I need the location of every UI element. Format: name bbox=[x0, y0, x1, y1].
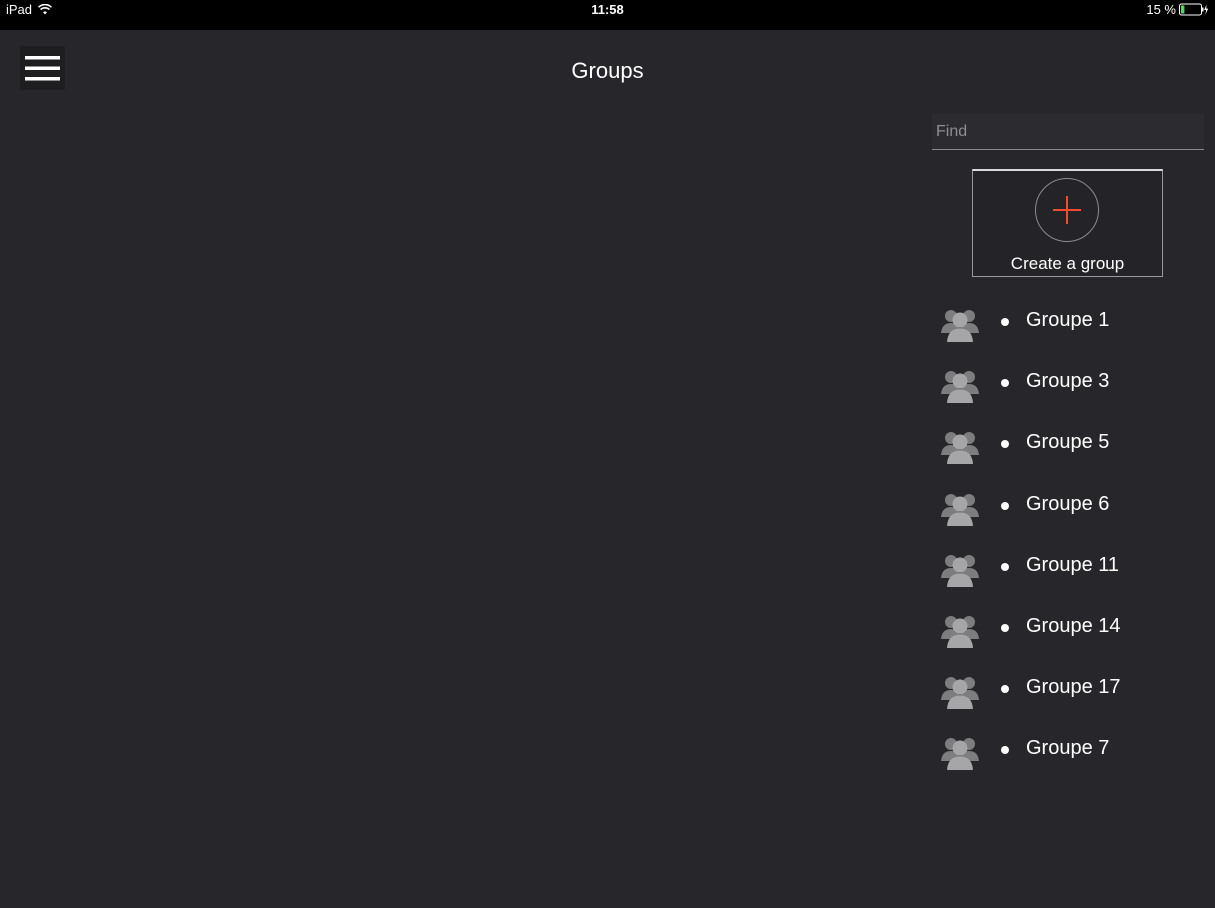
group-list-item[interactable]: Groupe 6 bbox=[940, 481, 1200, 542]
group-list-item[interactable]: Groupe 5 bbox=[940, 419, 1200, 480]
group-bullet bbox=[1001, 562, 1009, 571]
group-bullet bbox=[1001, 318, 1009, 326]
group-people-icon bbox=[941, 738, 979, 771]
group-list-item[interactable]: Groupe 1 bbox=[940, 297, 1200, 358]
group-people-icon bbox=[941, 615, 979, 648]
groups-screen: iPad 11:58 15 % Groups Find Create a gro… bbox=[0, 0, 1215, 908]
group-bullet bbox=[1001, 746, 1009, 755]
group-people-icon bbox=[941, 310, 979, 342]
group-name: Groupe 3 bbox=[1026, 370, 1110, 393]
group-people-icon bbox=[941, 677, 979, 710]
group-people-icon bbox=[941, 432, 979, 465]
status-bar: iPad 11:58 15 % bbox=[0, 0, 1215, 30]
page-title: Groups bbox=[571, 58, 644, 83]
status-time: 11:58 bbox=[591, 2, 624, 17]
group-list-item[interactable]: Groupe 11 bbox=[940, 542, 1200, 603]
group-bullet bbox=[1001, 501, 1009, 510]
group-name: Groupe 11 bbox=[1026, 553, 1120, 576]
group-people-icon bbox=[941, 493, 979, 526]
search-input[interactable] bbox=[932, 114, 1204, 150]
group-people-icon bbox=[941, 554, 979, 587]
group-name: Groupe 17 bbox=[1026, 676, 1121, 699]
status-right: 15 % bbox=[1146, 2, 1209, 17]
group-bullet bbox=[1001, 379, 1009, 388]
group-name: Groupe 6 bbox=[1026, 492, 1110, 515]
group-bullet bbox=[1001, 440, 1009, 449]
group-list-item[interactable]: Groupe 14 bbox=[940, 603, 1200, 664]
group-people-icon bbox=[941, 371, 979, 404]
group-list: Groupe 1 Groupe 3 Groupe 5 Groupe 6 Grou… bbox=[940, 297, 1200, 787]
group-name: Groupe 1 bbox=[1026, 309, 1110, 331]
create-group-button[interactable]: Create a group bbox=[972, 169, 1163, 277]
create-group-label: Create a group bbox=[1010, 254, 1125, 273]
plus-icon bbox=[1053, 196, 1081, 224]
group-name: Groupe 5 bbox=[1026, 431, 1110, 454]
group-list-item[interactable]: Groupe 3 bbox=[940, 358, 1200, 419]
group-name: Groupe 14 bbox=[1026, 614, 1121, 637]
group-name: Groupe 7 bbox=[1026, 737, 1110, 760]
group-bullet bbox=[1001, 623, 1009, 632]
battery-percent: 15 % bbox=[1146, 2, 1176, 17]
group-bullet bbox=[1001, 685, 1009, 694]
group-list-item[interactable]: Groupe 17 bbox=[940, 664, 1200, 725]
battery-charging-icon bbox=[1179, 3, 1209, 16]
create-circle bbox=[1035, 178, 1099, 242]
group-list-item[interactable]: Groupe 7 bbox=[940, 725, 1200, 786]
